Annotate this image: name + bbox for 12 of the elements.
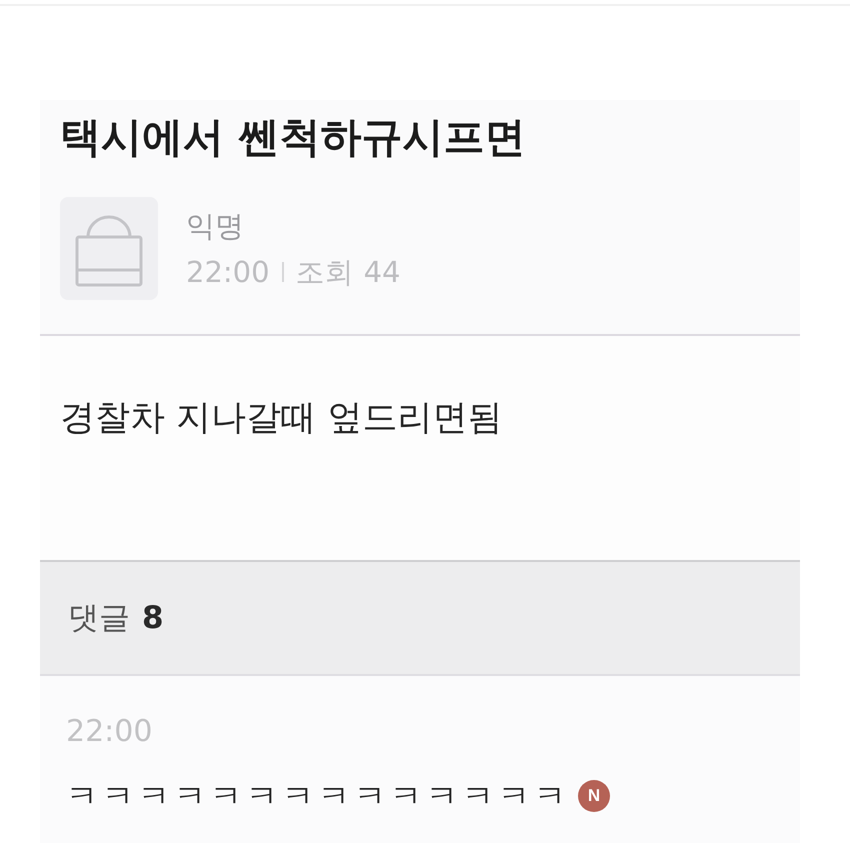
views-label: 조회 bbox=[296, 254, 354, 290]
comment-text: ㅋㅋㅋㅋㅋㅋㅋㅋㅋㅋㅋㅋㅋㅋ bbox=[66, 776, 570, 816]
new-badge: N bbox=[578, 780, 610, 812]
comments-label: 댓글 bbox=[68, 599, 130, 638]
comments-count: 8 bbox=[142, 600, 164, 636]
lock-avatar-icon bbox=[60, 197, 158, 300]
post-time: 22:00 bbox=[186, 254, 270, 290]
post-body: 경찰차 지나갈때 엎드리면됨 bbox=[60, 397, 504, 440]
post-title: 택시에서 쎈척하규시프면 bbox=[60, 112, 526, 162]
author-name: 익명 bbox=[186, 208, 245, 244]
comment-time: 22:00 bbox=[66, 714, 154, 750]
views-count: 44 bbox=[364, 254, 400, 290]
